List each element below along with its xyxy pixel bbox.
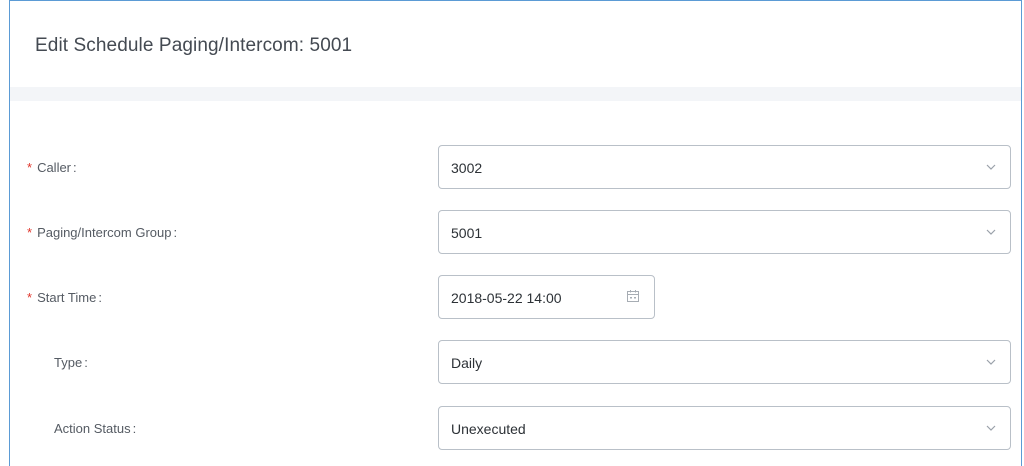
paging-group-row: * Paging/Intercom Group: 5001 [10,209,1021,255]
paging-group-label-text: Paging/Intercom Group [37,225,172,240]
required-marker: * [27,225,33,240]
calendar-icon[interactable] [626,289,640,303]
action-status-select[interactable]: Unexecuted [438,406,1011,450]
required-marker: * [27,160,33,175]
type-value: Daily [451,355,483,371]
caller-value: 3002 [451,160,483,176]
paging-group-select[interactable]: 5001 [438,210,1011,254]
schedule-dialog: Edit Schedule Paging/Intercom: 5001 * Cal… [9,0,1022,466]
chevron-down-icon [986,164,996,170]
action-status-value: Unexecuted [451,421,526,437]
type-label-text: Type [54,355,83,370]
caller-label-text: Caller [37,160,72,175]
label-colon: : [173,225,178,240]
caller-row: * Caller: 3002 [10,144,1021,190]
dialog-title: Edit Schedule Paging/Intercom: 5001 [35,35,353,56]
start-time-label-text: Start Time [37,290,97,305]
start-time-label: * Start Time: [27,290,102,305]
paging-group-value: 5001 [451,225,483,241]
start-time-input[interactable]: 2018-05-22 14:00 [438,275,655,319]
required-marker: * [27,290,33,305]
dialog-header: Edit Schedule Paging/Intercom: 5001 [10,1,1021,87]
chevron-down-icon [986,425,996,431]
action-status-label: Action Status: [54,421,136,436]
caller-select[interactable]: 3002 [438,145,1011,189]
label-colon: : [98,290,102,305]
caller-label: * Caller: [27,160,77,175]
label-colon: : [84,355,88,370]
header-divider-band [10,87,1021,101]
start-time-row: * Start Time: 2018-05-22 14:00 [10,274,1021,320]
start-time-value: 2018-05-22 14:00 [451,290,562,306]
chevron-down-icon [986,359,996,365]
action-status-row: Action Status: Unexecuted [10,405,1021,451]
chevron-down-icon [986,229,996,235]
action-status-label-text: Action Status [54,421,131,436]
type-label: Type: [54,355,88,370]
label-colon: : [132,421,137,436]
type-select[interactable]: Daily [438,340,1011,384]
label-colon: : [73,160,77,175]
type-row: Type: Daily [10,339,1021,385]
paging-group-label: * Paging/Intercom Group: [27,225,177,240]
